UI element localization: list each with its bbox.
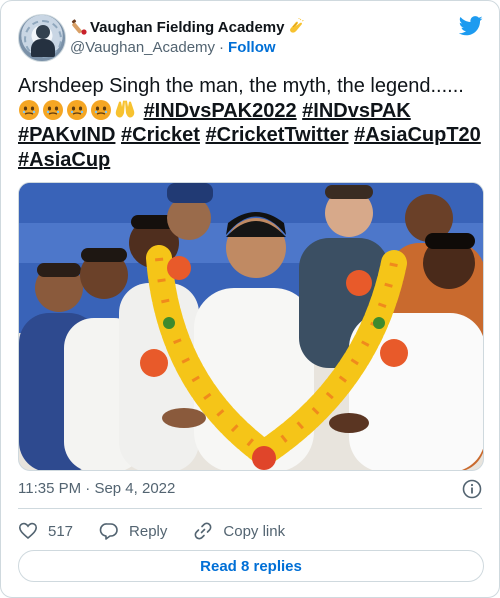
reply-button[interactable]: Reply (99, 521, 167, 541)
hashtag-link[interactable]: #AsiaCupT20 (354, 124, 481, 146)
tweet-photo-illustration (19, 183, 483, 470)
author-handle-row: @Vaughan_Academy · Follow (70, 39, 276, 56)
author-handle[interactable]: @Vaughan_Academy (70, 39, 215, 56)
tweet-timestamp[interactable]: 11:35 PM · Sep 4, 2022 (18, 480, 175, 497)
author-name-row[interactable]: Vaughan Fielding Academy (70, 17, 305, 37)
reply-label: Reply (129, 522, 168, 540)
divider (18, 508, 482, 509)
avatar-head (36, 25, 50, 39)
hashtag-link[interactable]: #INDvsPAK2022 (144, 100, 297, 122)
like-button[interactable]: 517 (18, 521, 73, 541)
handle-separator: · (219, 39, 225, 56)
clapping-hands-icon (289, 18, 304, 33)
tweet-actions: 517 Reply Copy link (18, 520, 311, 542)
tweet-photo[interactable] (18, 182, 484, 471)
author-display-name: Vaughan Fielding Academy (90, 18, 285, 36)
tweet-time: 11:35 PM (18, 480, 82, 497)
hashtag-link[interactable]: #CricketTwitter (206, 124, 349, 146)
avatar[interactable] (18, 14, 66, 62)
hashtag-link[interactable]: #INDvsPAK (302, 100, 411, 122)
tweet-date: Sep 4, 2022 (94, 480, 176, 497)
person-back-cap (167, 183, 213, 240)
read-replies-button[interactable]: Read 8 replies (18, 550, 484, 582)
follow-button[interactable]: Follow (228, 39, 276, 56)
face-holding-back-tears-icon (19, 99, 39, 120)
hashtag-link[interactable]: #PAKvIND (18, 124, 115, 146)
link-icon (194, 522, 212, 540)
copy-link-label: Copy link (223, 522, 286, 540)
read-replies-label: Read 8 replies (200, 557, 302, 575)
hashtag-link[interactable]: #Cricket (121, 124, 200, 146)
heart-icon (18, 522, 38, 540)
cricket-bat-icon (71, 19, 87, 35)
face-holding-back-tears-icon (91, 99, 111, 120)
raising-hands-icon (115, 100, 135, 117)
reply-icon (99, 523, 118, 540)
timestamp-separator: · (85, 480, 91, 497)
tweet-text-prefix: Arshdeep Singh the man, the myth, the le… (18, 75, 464, 97)
info-icon[interactable] (462, 479, 482, 499)
tweet-text: Arshdeep Singh the man, the myth, the le… (18, 74, 486, 172)
face-holding-back-tears-icon (67, 99, 87, 120)
avatar-body (31, 39, 55, 57)
like-count: 517 (48, 522, 74, 540)
twitter-logo-icon[interactable] (459, 16, 483, 36)
tweet-card: Vaughan Fielding Academy @Vaughan_Academ… (0, 0, 500, 598)
face-holding-back-tears-icon (43, 99, 63, 120)
copy-link-button[interactable]: Copy link (193, 521, 285, 541)
hashtag-link[interactable]: #AsiaCup (18, 149, 110, 171)
